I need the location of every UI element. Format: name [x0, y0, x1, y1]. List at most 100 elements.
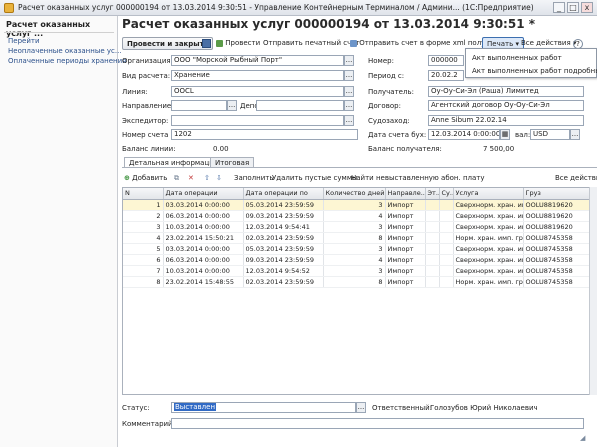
number-label: Номер: [368, 57, 394, 65]
column-header[interactable]: Дата операции по [243, 188, 324, 200]
direction-field[interactable] [171, 100, 227, 111]
table-cell: OOLU8745358 [523, 254, 596, 266]
column-header[interactable]: Количество дней [323, 188, 386, 200]
table-cell: 8 [323, 232, 386, 244]
direction-select-button[interactable]: ... [227, 100, 237, 111]
send-print-button[interactable]: Отправить печатный счет [263, 37, 360, 50]
grid-scrollbar[interactable] [589, 187, 597, 395]
table-cell: 5 [123, 243, 164, 255]
currency-select-button[interactable]: ... [570, 129, 580, 140]
table-cell: 7 [123, 265, 164, 277]
table-row[interactable]: 3 10.03.2014 0:00:00 12.03.2014 9:54:41 3 Им… [123, 221, 596, 233]
table-cell [425, 276, 440, 288]
status-select-button[interactable]: ... [356, 402, 366, 413]
direction-label: Направление: [122, 102, 174, 110]
table-cell [439, 265, 454, 277]
org-select-button[interactable]: ... [344, 55, 354, 66]
ship-call-field[interactable]: Anne Sibum 22.02.14 [428, 115, 584, 126]
post-label: Провести [225, 39, 261, 47]
table-cell [439, 276, 454, 288]
column-header[interactable]: N [123, 188, 164, 200]
table-row[interactable]: 6 06.03.2014 0:00:00 09.03.2014 23:59:59 4 И… [123, 254, 596, 266]
table-cell: 10.03.2014 0:00:00 [163, 265, 244, 277]
add-row-button[interactable]: ⊕ Добавить [124, 172, 167, 184]
find-unbilled-fee-button[interactable]: Найти невыставленную абон. плату [351, 172, 485, 184]
period-label: Период с: [368, 72, 405, 80]
calc-type-field[interactable]: Хранение [171, 70, 344, 81]
line-field[interactable]: OOCL [171, 86, 344, 97]
invoice-number-field[interactable]: 1202 [171, 129, 358, 140]
print-menu: Акт выполненных работ Акт выполненных ра… [465, 48, 597, 78]
window-titlebar: Расчет оказанных услуг 000000194 от 13.0… [0, 0, 597, 16]
line-select-button[interactable]: ... [344, 86, 354, 97]
currency-field[interactable]: USD [530, 129, 570, 140]
resize-grip-icon[interactable]: ◢ [580, 434, 585, 442]
nav-item-goto[interactable]: Перейти [8, 37, 40, 45]
delete-empty-sums-button[interactable]: Удалить пустые суммы [272, 172, 358, 184]
table-cell: 06.03.2014 0:00:00 [163, 254, 244, 266]
all-actions-label: Все действия [521, 39, 571, 47]
calendar-icon[interactable]: ▦ [500, 129, 510, 140]
table-cell: 10.03.2014 0:00:00 [163, 221, 244, 233]
fill-button[interactable]: Заполнить [234, 172, 273, 184]
table-cell: Сверхнорм. хран. имп... [453, 265, 524, 277]
column-header[interactable]: Услуга [453, 188, 524, 200]
receiver-field[interactable]: Оу-Оу-Си-Эл (Раша) Лимитед [428, 86, 584, 97]
table-cell: OOLU8745358 [523, 232, 596, 244]
comment-field[interactable] [171, 418, 584, 429]
table-cell: 1 [123, 199, 164, 211]
table-cell: 05.03.2014 23:59:59 [243, 243, 324, 255]
table-row[interactable]: 4 23.02.2014 15:50:21 02.03.2014 23:59:59 8… [123, 232, 596, 244]
org-field[interactable]: ООО "Морской Рыбный Порт" [171, 55, 344, 66]
table-row[interactable]: 2 06.03.2014 0:00:00 09.03.2014 23:59:59 4 И… [123, 210, 596, 222]
table-cell: Сверхнорм. хран. имп... [453, 199, 524, 211]
depot-select-button[interactable]: ... [344, 100, 354, 111]
column-header[interactable]: Дата операции [163, 188, 244, 200]
table-row[interactable]: 5 03.03.2014 0:00:00 05.03.2014 23:59:59 3 И… [123, 243, 596, 255]
menu-item-act-detailed[interactable]: Акт выполненных работ подробный [472, 67, 597, 75]
table-cell: Импорт [385, 232, 426, 244]
nav-item-paid-storage[interactable]: Оплаченные периоды хранения [8, 57, 126, 65]
status-label: Статус: [122, 404, 150, 412]
save-icon[interactable] [202, 37, 211, 50]
table-cell: 02.03.2014 23:59:59 [243, 232, 324, 244]
move-up-icon[interactable]: ⇧ [204, 172, 210, 184]
column-header[interactable]: Эт... [425, 188, 440, 200]
close-button[interactable]: x [581, 2, 593, 13]
table-row[interactable]: 1 03.03.2014 0:00:00 05.03.2014 23:59:59 3 И… [123, 199, 596, 211]
table-cell: 8 [123, 276, 164, 288]
delete-icon[interactable]: ✕ [188, 172, 194, 184]
table-row[interactable]: 8 23.02.2014 15:48:55 02.03.2014 23:59:59 8… [123, 276, 596, 288]
table-cell [425, 232, 440, 244]
table-cell: Импорт [385, 254, 426, 266]
post-button[interactable]: Провести [216, 37, 260, 50]
grid-all-actions-button[interactable]: Все действия [555, 172, 597, 184]
table-row[interactable]: 7 10.03.2014 0:00:00 12.03.2014 9:54:52 3 Им… [123, 265, 596, 277]
calc-type-select-button[interactable]: ... [344, 70, 354, 81]
comment-label: Комментарий: [122, 420, 175, 428]
table-cell: 23.02.2014 15:48:55 [163, 276, 244, 288]
copy-icon[interactable]: ⧉ [174, 172, 179, 184]
table-cell: 06.03.2014 0:00:00 [163, 210, 244, 222]
move-down-icon[interactable]: ⇩ [216, 172, 222, 184]
number-field[interactable]: 000000 [428, 55, 464, 66]
column-header[interactable]: Направле... [385, 188, 426, 200]
period-field[interactable]: 20.02.2 [428, 70, 464, 81]
minimize-button[interactable]: _ [553, 2, 565, 13]
nav-item-unpaid-services[interactable]: Неоплаченные оказанные ус... [8, 47, 122, 55]
forwarder-field[interactable] [171, 115, 344, 126]
services-table[interactable]: N Дата операции Дата операции по Количес… [122, 187, 597, 395]
status-field[interactable]: Выставлен [171, 402, 356, 413]
invoice-date-field[interactable]: 12.03.2014 0:00:00 [428, 129, 500, 140]
table-cell: OOLU8819620 [523, 210, 596, 222]
table-cell: 3 [323, 199, 386, 211]
post-and-close-button[interactable]: Провести и закрыть [122, 37, 214, 50]
column-header[interactable]: Груз [523, 188, 596, 200]
depot-field[interactable] [256, 100, 344, 111]
menu-item-act[interactable]: Акт выполненных работ [472, 54, 562, 62]
maximize-button[interactable]: □ [567, 2, 579, 13]
contract-label: Договор: [368, 102, 401, 110]
contract-field[interactable]: Агентский договор Оу-Оу-Си-Эл [428, 100, 584, 111]
column-header[interactable]: Су... [439, 188, 454, 200]
forwarder-select-button[interactable]: ... [344, 115, 354, 126]
